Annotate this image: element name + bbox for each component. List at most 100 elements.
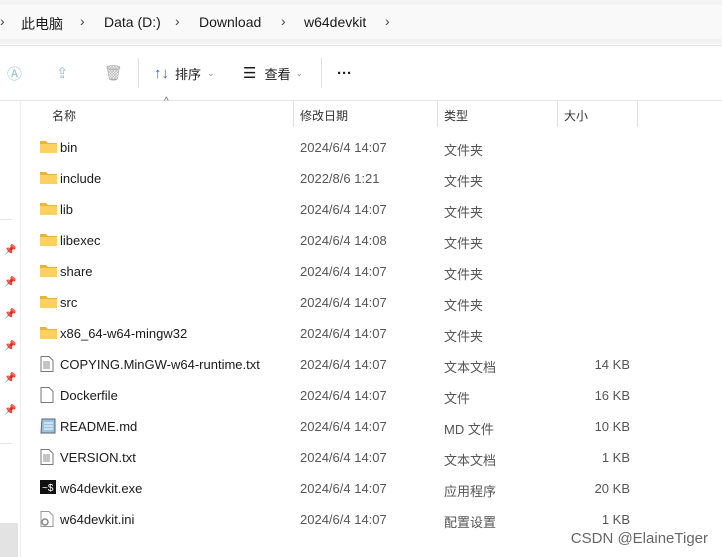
file-row[interactable]: libexec 2024/6/4 14:08 文件夹 [20, 225, 660, 256]
file-name: lib [60, 202, 74, 217]
pin-icon[interactable]: 📌 [4, 405, 16, 416]
column-header-name[interactable]: 名称 [52, 107, 76, 124]
file-type: 文件夹 [444, 205, 484, 220]
file-size: 14 KB [594, 357, 630, 372]
chevron-right-icon[interactable]: › [281, 13, 286, 29]
file-row[interactable]: ~$ w64devkit.exe 2024/6/4 14:07 应用程序 20 … [20, 473, 660, 504]
file-type: 文本文档 [444, 360, 497, 375]
watermark: CSDN @ElaineTiger [570, 530, 708, 547]
file-name: include [60, 171, 102, 186]
file-name: share [60, 264, 93, 279]
more-options-button[interactable]: ··· [337, 60, 352, 86]
file-type: 文件夹 [444, 329, 484, 344]
file-modified: 2024/6/4 14:07 [300, 326, 387, 341]
file-modified: 2024/6/4 14:08 [300, 233, 387, 248]
file-modified: 2024/6/4 14:07 [300, 481, 387, 496]
file-size: 10 KB [594, 419, 630, 434]
file-icon [40, 387, 56, 403]
divider [0, 443, 12, 444]
file-type: 文件夹 [444, 143, 484, 158]
file-type: 应用程序 [444, 484, 497, 499]
file-row[interactable]: bin 2024/6/4 14:07 文件夹 [20, 132, 660, 163]
breadcrumb-drive[interactable]: Data (D:) [104, 14, 161, 30]
folder-icon [40, 263, 57, 277]
file-type: 文件夹 [444, 174, 484, 189]
folder-icon [40, 201, 57, 215]
file-type: 文本文档 [444, 453, 497, 468]
folder-icon [40, 139, 57, 153]
list-view-icon: ☰ [243, 65, 257, 82]
file-modified: 2024/6/4 14:07 [300, 264, 387, 279]
breadcrumb-this-pc[interactable]: 此电脑 [21, 14, 63, 34]
file-modified: 2024/6/4 14:07 [300, 388, 387, 403]
file-modified: 2024/6/4 14:07 [300, 419, 387, 434]
file-modified: 2024/6/4 14:07 [300, 295, 387, 310]
chevron-down-icon: ⌄ [207, 67, 215, 78]
file-modified: 2024/6/4 14:07 [300, 202, 387, 217]
share-icon[interactable]: ⇪ [56, 60, 69, 86]
breadcrumb-download[interactable]: Download [199, 14, 261, 30]
column-header-type[interactable]: 类型 [444, 107, 468, 124]
chevron-icon: › [0, 13, 5, 29]
file-name: COPYING.MinGW-w64-runtime.txt [60, 357, 260, 372]
file-name: w64devkit.exe [60, 481, 143, 496]
file-row[interactable]: src 2024/6/4 14:07 文件夹 [20, 287, 660, 318]
pin-icon[interactable]: 📌 [4, 309, 16, 320]
file-row[interactable]: include 2022/8/6 1:21 文件夹 [20, 163, 660, 194]
column-header-size[interactable]: 大小 [564, 107, 588, 124]
file-row[interactable]: w64devkit.ini 2024/6/4 14:07 配置设置 1 KB [20, 504, 660, 535]
file-type: 文件夹 [444, 267, 484, 282]
view-button[interactable]: ☰ 查看 ⌄ [243, 60, 303, 86]
chevron-right-icon[interactable]: › [80, 13, 85, 29]
column-divider[interactable] [557, 101, 558, 127]
file-name: libexec [60, 233, 101, 248]
sort-icon: ↑↓ [154, 64, 169, 82]
pin-icon[interactable]: 📌 [4, 341, 16, 352]
file-size: 1 KB [601, 512, 630, 527]
divider [138, 58, 139, 88]
pin-icon[interactable]: 📌 [4, 245, 16, 256]
file-modified: 2024/6/4 14:07 [300, 357, 387, 372]
file-row[interactable]: Dockerfile 2024/6/4 14:07 文件 16 KB [20, 380, 660, 411]
file-type: 文件夹 [444, 298, 484, 313]
file-name: x86_64-w64-mingw32 [60, 326, 188, 341]
file-row[interactable]: lib 2024/6/4 14:07 文件夹 [20, 194, 660, 225]
delete-icon[interactable]: 🗑 [104, 60, 123, 86]
file-size: 20 KB [594, 481, 630, 496]
chevron-right-icon[interactable]: › [385, 13, 390, 29]
file-size: 1 KB [601, 450, 630, 465]
file-row[interactable]: x86_64-w64-mingw32 2024/6/4 14:07 文件夹 [20, 318, 660, 349]
column-divider[interactable] [637, 101, 638, 127]
chevron-right-icon[interactable]: › [175, 13, 180, 29]
file-row[interactable]: COPYING.MinGW-w64-runtime.txt 2024/6/4 1… [20, 349, 660, 380]
rename-icon[interactable]: Ⓐ [7, 60, 22, 86]
column-header-modified[interactable]: 修改日期 [300, 107, 348, 124]
file-name: README.md [60, 419, 138, 434]
scrollbar-thumb[interactable] [0, 523, 18, 557]
file-name: VERSION.txt [60, 450, 136, 465]
chevron-down-icon: ⌄ [295, 67, 304, 78]
column-divider[interactable] [437, 101, 438, 127]
ini-file-icon [40, 511, 56, 527]
pin-icon[interactable]: 📌 [4, 277, 16, 288]
column-divider[interactable] [293, 101, 294, 127]
file-type: MD 文件 [444, 422, 494, 437]
svg-text:~$: ~$ [42, 483, 54, 494]
file-name: w64devkit.ini [60, 512, 135, 527]
file-type: 文件夹 [444, 236, 484, 251]
sort-button[interactable]: ↑↓ 排序 ⌄ [154, 60, 215, 86]
file-row[interactable]: README.md 2024/6/4 14:07 MD 文件 10 KB [20, 411, 660, 442]
breadcrumb-w64devkit[interactable]: w64devkit [304, 14, 366, 30]
file-name: Dockerfile [60, 388, 118, 403]
file-modified: 2022/8/6 1:21 [300, 171, 380, 186]
exe-icon: ~$ [40, 480, 56, 494]
folder-icon [40, 325, 57, 339]
sort-ascending-icon: ^ [164, 96, 169, 107]
file-name: bin [60, 140, 78, 155]
pin-icon[interactable]: 📌 [4, 373, 16, 384]
file-row[interactable]: VERSION.txt 2024/6/4 14:07 文本文档 1 KB [20, 442, 660, 473]
text-file-icon [40, 449, 56, 465]
file-modified: 2024/6/4 14:07 [300, 140, 387, 155]
file-row[interactable]: share 2024/6/4 14:07 文件夹 [20, 256, 660, 287]
file-size: 16 KB [594, 388, 630, 403]
